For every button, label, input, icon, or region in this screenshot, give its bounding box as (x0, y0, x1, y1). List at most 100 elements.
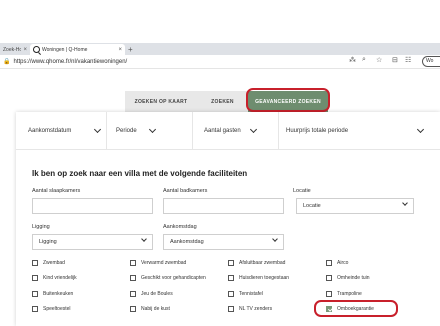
guests-filter[interactable]: Aantal gasten (204, 112, 284, 149)
top-blank-area (0, 0, 440, 43)
browser-tab-inactive[interactable]: Zoek-Hoo × (0, 44, 30, 55)
close-icon[interactable]: × (118, 47, 122, 53)
chevron-down-icon (272, 236, 278, 242)
facility-checkbox[interactable]: Tennistafel (228, 291, 263, 297)
facility-label: Nabij de kust (141, 306, 170, 312)
divider (278, 112, 279, 149)
situation-select[interactable]: Ligging (32, 234, 153, 250)
facility-checkbox[interactable]: Trampoline (326, 291, 362, 297)
checkbox-box[interactable] (326, 260, 332, 266)
location-label: Locatie (293, 188, 311, 194)
checkbox-box[interactable] (228, 260, 234, 266)
checkbox-box[interactable] (326, 275, 332, 281)
checkbox-box[interactable] (130, 291, 136, 297)
checkbox-box[interactable] (130, 260, 136, 266)
chevron-down-icon (249, 125, 258, 133)
facility-checkbox[interactable]: Geschikt voor gehandicapten (130, 275, 206, 281)
url-field[interactable]: https://www.qhome.fr/nl/vakantiewoningen… (13, 59, 127, 65)
search-panel: Aankomstdatum Periode Aantal gasten Huur… (16, 112, 440, 326)
address-bar: 🔒 https://www.qhome.fr/nl/vakantiewoning… (0, 55, 440, 69)
facility-checkbox[interactable]: Zwembad (32, 260, 65, 266)
facility-label: Kind vriendelijk (43, 275, 77, 281)
checkbox-box[interactable] (228, 275, 234, 281)
checkbox-box[interactable] (326, 291, 332, 297)
chevron-down-icon (93, 125, 102, 133)
facility-label: Afsluitbaar zwembad (239, 260, 286, 266)
facility-checkbox[interactable]: Omheinde tuin (326, 275, 370, 281)
form-heading: Ik ben op zoek naar een villa met de vol… (32, 169, 248, 178)
tab-search-map[interactable]: ZOEKEN OP KAART (125, 91, 197, 112)
arrival-day-value: Aankomstdag (170, 239, 204, 245)
arrival-date-label: Aankomstdatum (28, 127, 72, 134)
facility-label: Buitenkeuken (43, 291, 74, 297)
checkbox-box[interactable] (130, 275, 136, 281)
price-filter[interactable]: Huurprijs totale periode (286, 112, 436, 149)
filter-bar: Aankomstdatum Periode Aantal gasten Huur… (16, 112, 440, 150)
close-icon[interactable]: × (23, 47, 27, 53)
facility-checkbox[interactable]: Nabij de kust (130, 306, 170, 312)
facility-label: Geschikt voor gehandicapten (141, 275, 206, 281)
location-select[interactable]: Locatie (296, 198, 414, 214)
lock-icon[interactable]: 🔒 (3, 58, 10, 65)
checkbox-box[interactable] (228, 306, 234, 312)
browser-tab-active[interactable]: Woningen | Q-Home × (30, 44, 125, 55)
highlight-ring-advanced-search (246, 88, 330, 112)
collections-icon[interactable]: ☷ (405, 56, 411, 64)
chevron-down-icon (416, 125, 425, 133)
browser-tab-strip: Zoek-Hoo × Woningen | Q-Home × + (0, 43, 440, 55)
bedrooms-input[interactable] (32, 198, 153, 214)
highlight-ring-omboekgarantie (314, 300, 398, 317)
facility-label: Trampoline (337, 291, 362, 297)
facility-label: Verwarmd zwembad (141, 260, 187, 266)
period-label: Periode (116, 127, 137, 134)
facility-label: Airco (337, 260, 349, 266)
checkbox-box[interactable] (32, 291, 38, 297)
chevron-down-icon (141, 236, 147, 242)
facility-checkbox[interactable]: Buitenkeuken (32, 291, 73, 297)
checkbox-box[interactable] (32, 306, 38, 312)
checkbox-box[interactable] (32, 275, 38, 281)
chevron-down-icon (402, 200, 408, 206)
situation-label: Ligging (32, 224, 50, 230)
chevron-down-icon (148, 125, 157, 133)
profile-button[interactable]: Wo (422, 56, 440, 67)
arrival-day-label: Aankomstdag (163, 224, 197, 230)
facility-checkbox[interactable]: Airco (326, 260, 348, 266)
facility-label: Speeltoestel (43, 306, 71, 312)
facility-label: Omheinde tuin (337, 275, 370, 281)
divider (192, 112, 193, 149)
site-favicon-icon (33, 46, 40, 53)
tab-search[interactable]: ZOEKEN (197, 91, 248, 112)
bedrooms-label: Aantal slaapkamers (32, 188, 81, 194)
divider (106, 112, 107, 149)
facility-label: Huisdieren toegestaan (239, 275, 290, 281)
facility-checkbox[interactable]: Kind vriendelijk (32, 275, 77, 281)
zoom-icon[interactable]: ⌕ (362, 56, 366, 64)
browser-tab-title: Zoek-Hoo (3, 46, 22, 53)
bathrooms-input[interactable] (163, 198, 284, 214)
facility-label: Tennistafel (239, 291, 263, 297)
new-tab-button[interactable]: + (128, 44, 133, 55)
split-screen-icon[interactable]: ⊟ (392, 56, 398, 64)
translate-icon[interactable]: ⁂ (349, 56, 356, 64)
location-value: Locatie (303, 203, 321, 209)
facility-label: Zwembad (43, 260, 65, 266)
facility-checkbox[interactable]: Huisdieren toegestaan (228, 275, 289, 281)
facility-checkbox[interactable]: Speeltoestel (32, 306, 71, 312)
checkbox-box[interactable] (32, 260, 38, 266)
facility-label: Jeu de Boules (141, 291, 173, 297)
facility-checkbox[interactable]: Verwarmd zwembad (130, 260, 186, 266)
checkbox-box[interactable] (228, 291, 234, 297)
facility-checkbox[interactable]: NL TV zenders (228, 306, 272, 312)
facility-label: NL TV zenders (239, 306, 273, 312)
price-label: Huurprijs totale periode (286, 127, 349, 134)
favorite-star-icon[interactable]: ☆ (376, 56, 382, 64)
situation-value: Ligging (39, 239, 57, 245)
arrival-date-filter[interactable]: Aankomstdatum (28, 112, 110, 149)
facility-checkbox[interactable]: Afsluitbaar zwembad (228, 260, 285, 266)
facility-checkbox[interactable]: Jeu de Boules (130, 291, 173, 297)
arrival-day-select[interactable]: Aankomstdag (163, 234, 284, 250)
period-filter[interactable]: Periode (116, 112, 196, 149)
browser-tab-title: Woningen | Q-Home (42, 46, 88, 53)
checkbox-box[interactable] (130, 306, 136, 312)
